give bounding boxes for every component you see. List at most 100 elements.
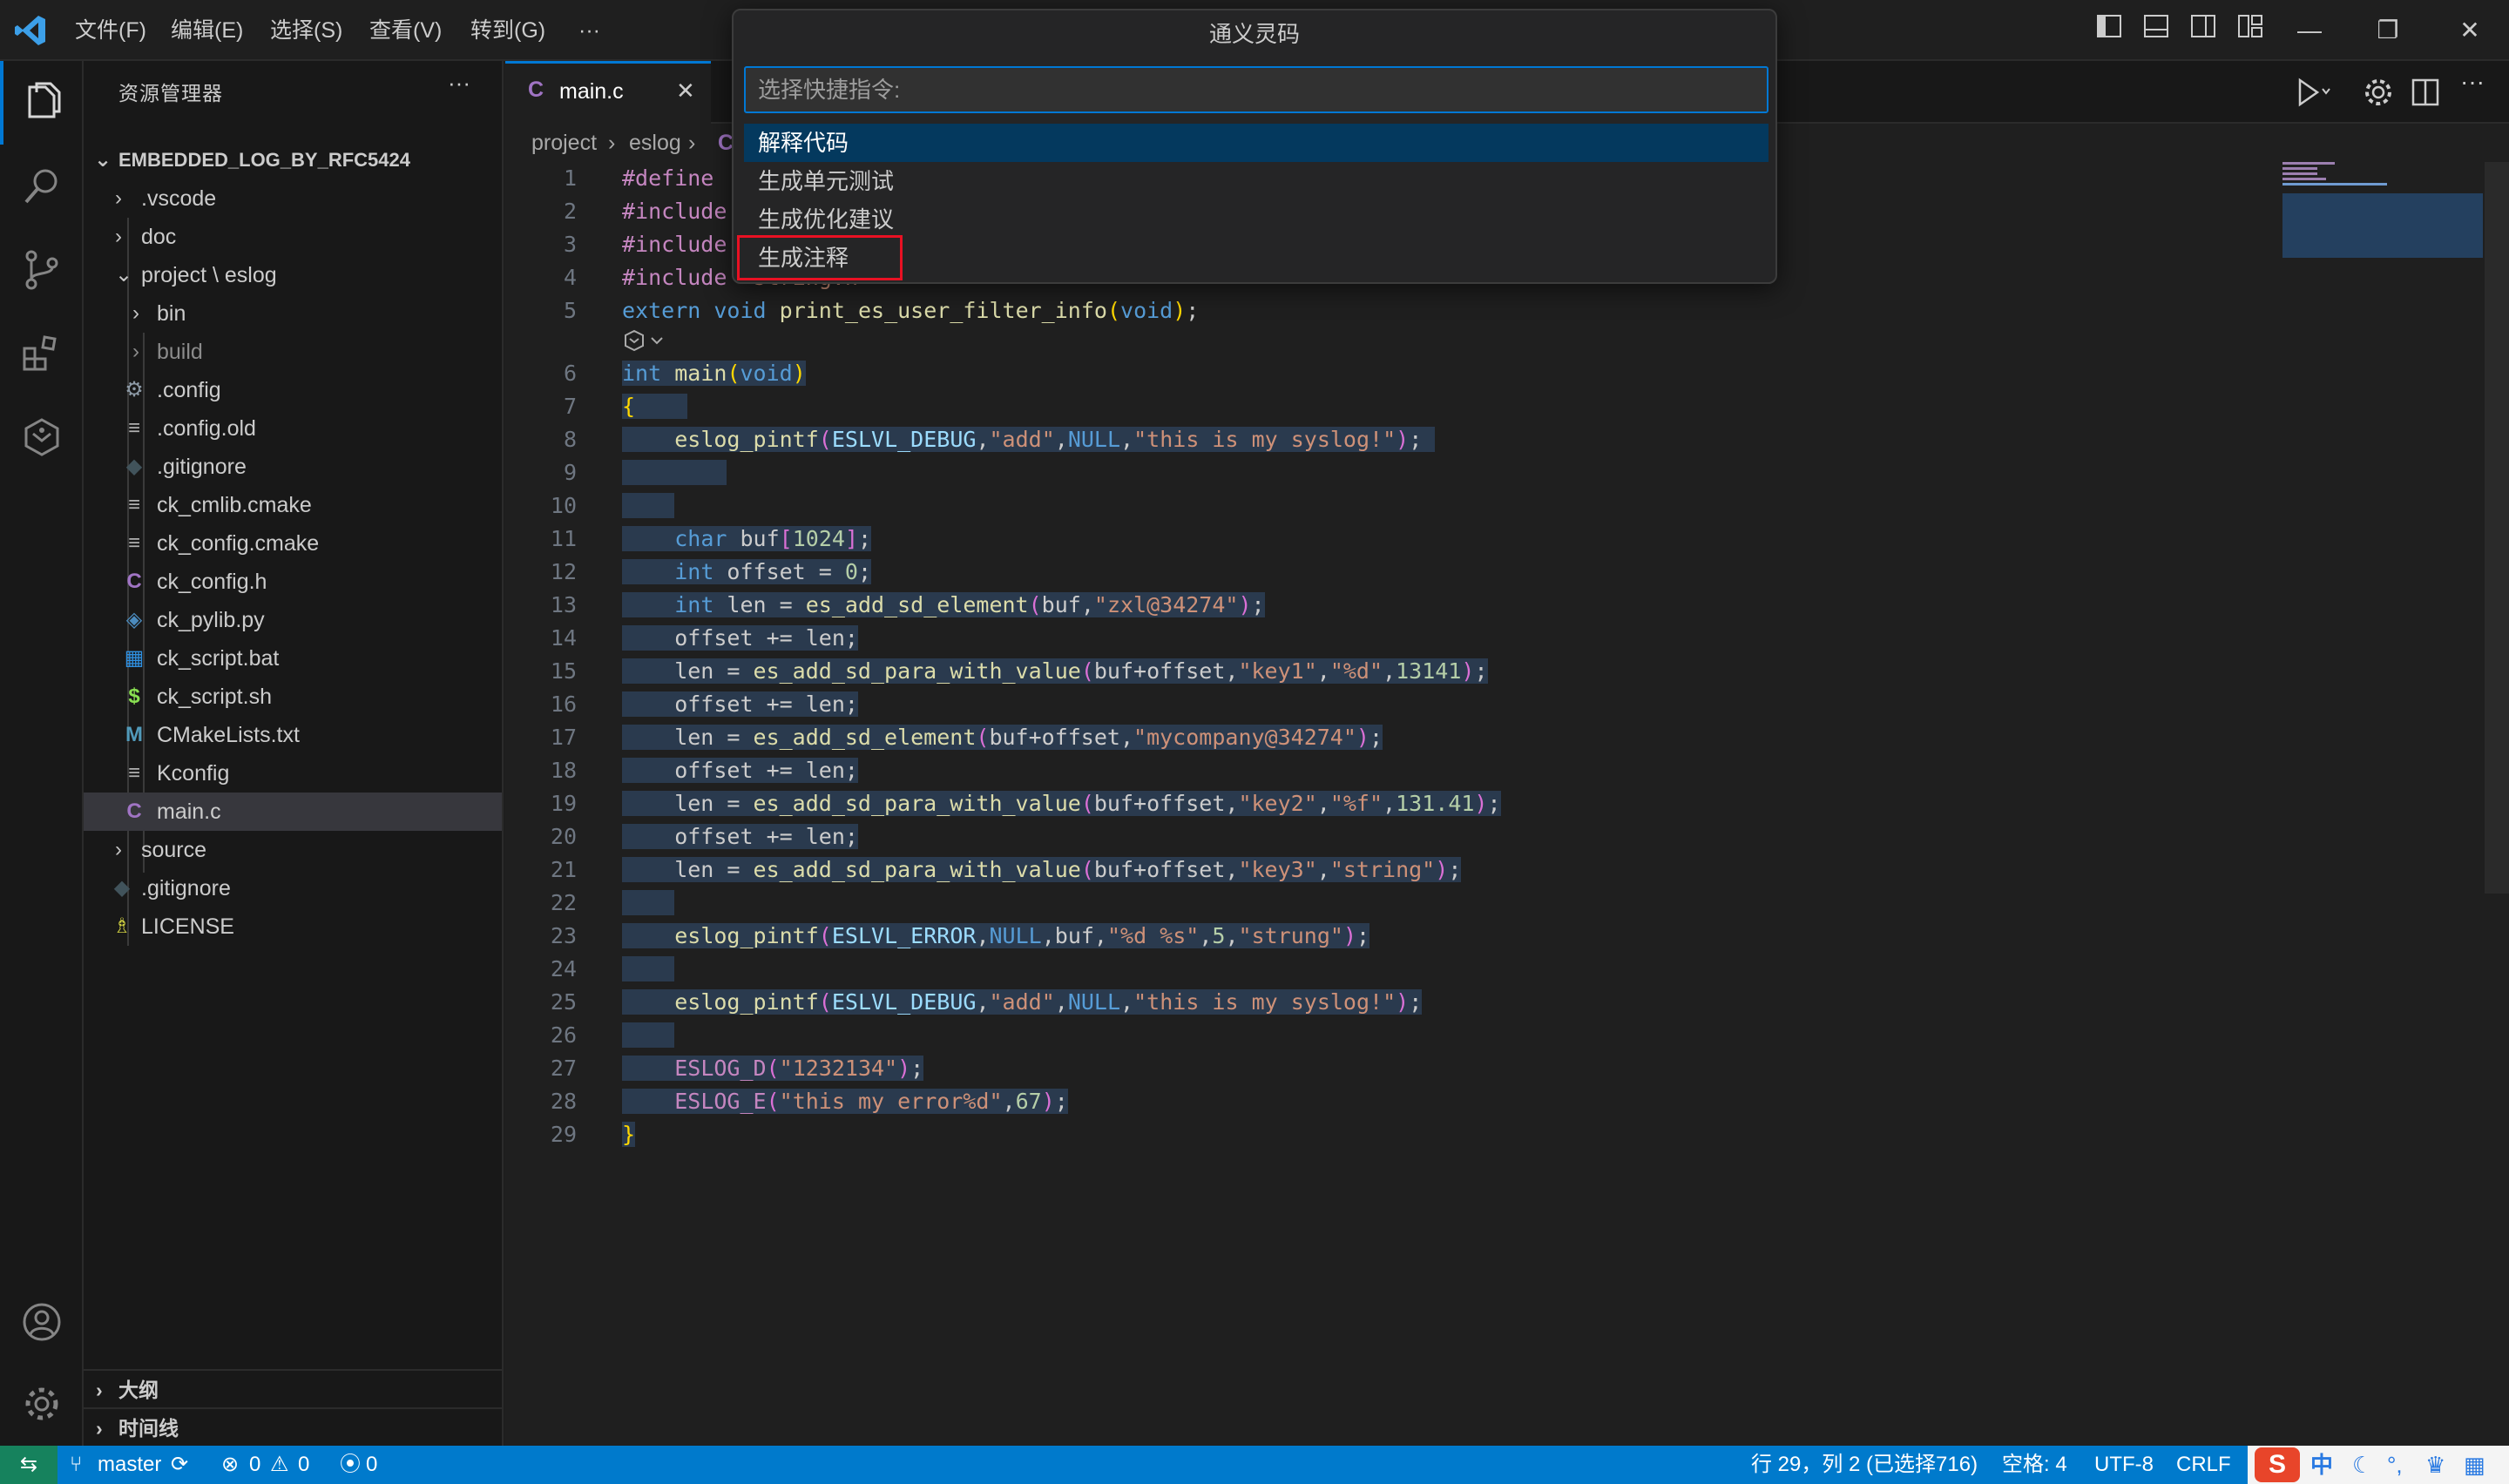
line-number: 15 (550, 658, 577, 684)
ime-toolbar[interactable]: S 中 ☾ °, ♛ ▦ (2248, 1446, 2509, 1484)
code-editor[interactable]: 1 2 3 4 5 6 7 8 9 10 11 12 13 14 15 16 1… (505, 162, 2509, 1446)
extensions-icon[interactable] (0, 312, 84, 395)
customize-layout-icon[interactable] (2220, 0, 2281, 61)
line-number: 5 (563, 298, 577, 323)
explorer-more-button[interactable]: ··· (448, 70, 470, 97)
line-ending[interactable]: CRLF (2176, 1446, 2231, 1484)
account-icon[interactable] (0, 1280, 84, 1364)
cursor-position[interactable]: 行 29，列 2 (已选择716) (1751, 1446, 1978, 1484)
close-window-icon[interactable]: ✕ (2439, 0, 2500, 61)
line-number: 21 (550, 857, 577, 882)
line-number: 16 (550, 691, 577, 717)
tree-item-config[interactable]: ⚙ .config (84, 371, 502, 409)
markdown-file-icon: M (125, 723, 143, 746)
code-line (622, 953, 675, 986)
git-file-icon: ◆ (113, 876, 131, 900)
workspace-root[interactable]: ⌄ EMBEDDED_LOG_BY_RFC5424 (84, 141, 502, 179)
line-number: 12 (550, 559, 577, 584)
tree-item-project-eslog[interactable]: ⌄ project \ eslog (84, 256, 502, 294)
quick-pick-item-optimization-suggestion[interactable]: 生成优化建议 (744, 200, 1768, 239)
line-number: 4 (563, 265, 577, 290)
chevron-right-icon: › (132, 340, 139, 363)
tree-item-ck-pylib[interactable]: ◈ ck_pylib.py (84, 601, 502, 639)
tongyi-lingma-icon[interactable] (0, 395, 84, 479)
moon-icon[interactable]: ☾ (2352, 1446, 2372, 1484)
vertical-scrollbar[interactable] (2485, 162, 2509, 894)
chevron-right-icon: › (96, 1417, 103, 1440)
breadcrumb-project[interactable]: project (531, 124, 597, 162)
timeline-section[interactable]: › 时间线 (84, 1407, 502, 1447)
lingma-settings-gear-icon[interactable] (2361, 75, 2396, 110)
tree-item-ck-config-h[interactable]: C ck_config.h (84, 563, 502, 601)
tree-item-ck-cmlib[interactable]: ≡ ck_cmlib.cmake (84, 486, 502, 524)
error-icon: ⊗ (221, 1453, 240, 1476)
tree-item-ck-config-cmake[interactable]: ≡ ck_config.cmake (84, 524, 502, 563)
ports-icon: ⦿ (340, 1453, 361, 1476)
tree-item-main-c[interactable]: C main.c (84, 793, 502, 831)
breadcrumb-eslog[interactable]: eslog (629, 124, 681, 162)
outline-section[interactable]: › 大纲 (84, 1369, 502, 1409)
menu-more[interactable]: ··· (578, 0, 600, 61)
sync-icon[interactable]: ⟳ (171, 1446, 188, 1484)
minimize-icon[interactable]: — (2279, 0, 2340, 61)
annotation-highlight-box (737, 235, 903, 280)
quick-pick-input[interactable] (744, 66, 1768, 113)
toolbox-grid-icon[interactable]: ▦ (2464, 1446, 2485, 1484)
shell-file-icon: $ (128, 685, 140, 708)
quick-pick-title: 通义灵码 (1208, 21, 1300, 47)
encoding[interactable]: UTF-8 (2094, 1446, 2154, 1484)
minimap[interactable] (2282, 162, 2483, 258)
menu-edit[interactable]: 编辑(E) (171, 0, 243, 61)
error-count[interactable]: 0 (249, 1446, 260, 1484)
tree-item-bin[interactable]: › bin (84, 294, 502, 333)
code-line (622, 456, 727, 489)
branch-name[interactable]: master (98, 1446, 161, 1484)
menu-selection[interactable]: 选择(S) (270, 0, 342, 61)
tree-item-root-gitignore[interactable]: ◆ .gitignore (84, 869, 502, 907)
source-control-icon[interactable] (0, 228, 84, 312)
tree-item-ck-script-sh[interactable]: $ ck_script.sh (84, 678, 502, 716)
skin-shirt-icon[interactable]: ♛ (2425, 1446, 2445, 1484)
warning-count[interactable]: 0 (298, 1446, 309, 1484)
windows-file-icon: ▦ (124, 646, 145, 670)
run-debug-icon[interactable] (2293, 75, 2333, 110)
quick-pick-item-generate-unit-test[interactable]: 生成单元测试 (744, 162, 1768, 200)
quick-pick-item-explain-code[interactable]: 解释代码 (744, 124, 1768, 162)
code-line: extern void print_es_user_filter_info(vo… (622, 298, 1200, 323)
menu-file[interactable]: 文件(F) (75, 0, 146, 61)
tree-item-ck-script-bat[interactable]: ▦ ck_script.bat (84, 639, 502, 678)
menu-go[interactable]: 转到(G) (470, 0, 545, 61)
punctuation-icon[interactable]: °, (2387, 1446, 2403, 1484)
text-file-icon: ≡ (127, 493, 140, 516)
restore-icon[interactable]: ❐ (2357, 0, 2418, 61)
editor-more-actions-icon[interactable]: ··· (2460, 68, 2485, 96)
manage-gear-icon[interactable] (0, 1362, 84, 1446)
lingma-codelens-icon[interactable] (622, 327, 674, 354)
tree-item-source[interactable]: › source (84, 831, 502, 869)
tab-close-icon[interactable]: ✕ (676, 78, 695, 105)
tab-main-c[interactable]: C main.c ✕ (505, 61, 711, 126)
menu-view[interactable]: 查看(V) (369, 0, 442, 61)
code-line: ESLOG_D("1232134"); (622, 1052, 924, 1085)
line-number: 27 (550, 1056, 577, 1081)
indentation[interactable]: 空格: 4 (2002, 1446, 2067, 1484)
line-number: 2 (563, 199, 577, 224)
tree-item-vscode[interactable]: › .vscode (84, 179, 502, 218)
remote-indicator-icon[interactable]: ⇆ (0, 1446, 57, 1484)
tree-item-gitignore[interactable]: ◆ .gitignore (84, 448, 502, 486)
tree-item-config-old[interactable]: ≡ .config.old (84, 409, 502, 448)
tree-item-build[interactable]: › build (84, 333, 502, 371)
tree-item-kconfig[interactable]: ≡ Kconfig (84, 754, 502, 793)
search-icon[interactable] (0, 145, 84, 228)
code-line (622, 1019, 675, 1052)
ports-count[interactable]: 0 (366, 1446, 377, 1484)
tree-item-doc[interactable]: › doc (84, 218, 502, 256)
code-line: char buf[1024]; (622, 523, 872, 556)
line-number: 14 (550, 625, 577, 651)
ime-mode[interactable]: 中 (2310, 1446, 2333, 1484)
explorer-icon[interactable] (0, 61, 84, 145)
tree-item-license[interactable]: ♗ LICENSE (84, 907, 502, 946)
tree-item-cmakelists[interactable]: M CMakeLists.txt (84, 716, 502, 754)
split-editor-icon[interactable] (2408, 75, 2443, 110)
line-number: 26 (550, 1022, 577, 1048)
